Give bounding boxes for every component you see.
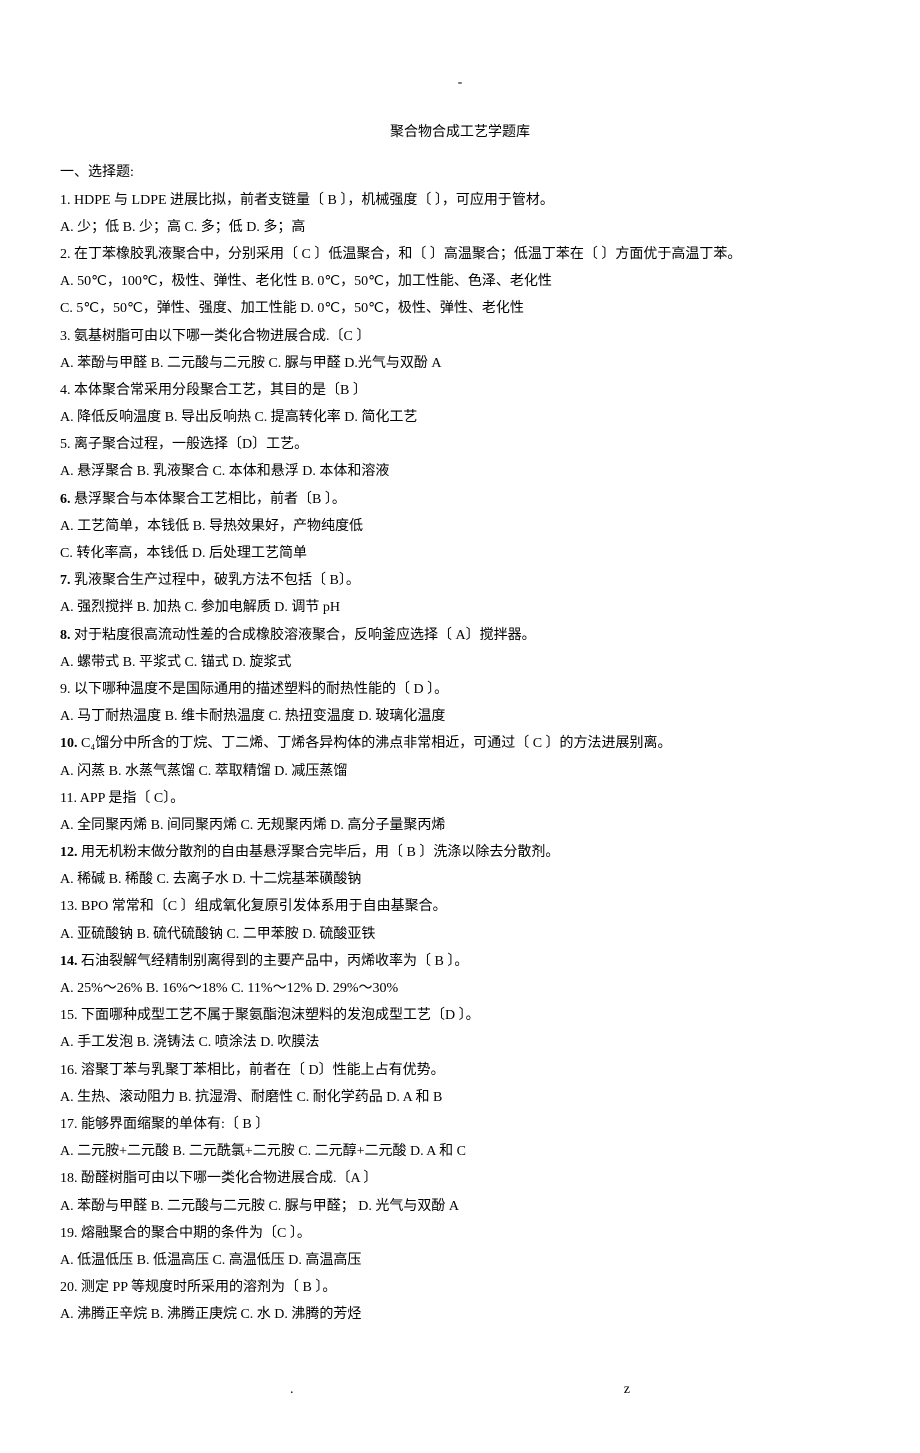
footer-right: z (624, 1377, 630, 1402)
question-18: 18. 酚醛树脂可由以下哪一类化合物进展合成.〔A 〕 (60, 1166, 860, 1191)
choices-14: A. 25%～26% B. 16%～18% C. 11%～12% D. 29%～… (60, 976, 860, 1001)
question-20: 20. 测定 PP 等规度时所采用的溶剂为〔 B 〕。 (60, 1275, 860, 1300)
choices-19: A. 低温低压 B. 低温高压 C. 高温低压 D. 高温高压 (60, 1248, 860, 1273)
choices-17: A. 二元胺+二元酸 B. 二元酰氯+二元胺 C. 二元醇+二元酸 D. A 和… (60, 1139, 860, 1164)
choices-12: A. 稀碱 B. 稀酸 C. 去离子水 D. 十二烷基苯磺酸钠 (60, 867, 860, 892)
question-16: 16. 溶聚丁苯与乳聚丁苯相比，前者在〔 D〕性能上占有优势。 (60, 1058, 860, 1083)
top-dash: - (60, 70, 860, 95)
questions-container: 1. HDPE 与 LDPE 进展比拟，前者支链量〔 B 〕，机械强度〔 〕，可… (60, 188, 860, 1328)
question-17: 17. 能够界面缩聚的单体有:〔 B 〕 (60, 1112, 860, 1137)
choices-13: A. 亚硫酸钠 B. 硫代硫酸钠 C. 二甲苯胺 D. 硫酸亚铁 (60, 922, 860, 947)
footer: . z (60, 1377, 860, 1402)
choices-6: A. 工艺简单，本钱低 B. 导热效果好，产物纯度低 (60, 514, 860, 539)
choices-16: A. 生热、滚动阻力 B. 抗湿滑、耐磨性 C. 耐化学药品 D. A 和 B (60, 1085, 860, 1110)
choices-6: C. 转化率高，本钱低 D. 后处理工艺简单 (60, 541, 860, 566)
page-title: 聚合物合成工艺学题库 (60, 120, 860, 145)
question-9: 9. 以下哪种温度不是国际通用的描述塑料的耐热性能的〔 D 〕。 (60, 677, 860, 702)
question-5: 5. 离子聚合过程，一般选择〔D〕工艺。 (60, 432, 860, 457)
question-8: 8. 对于粘度很高流动性差的合成橡胶溶液聚合，反响釜应选择〔 A〕搅拌器。 (60, 623, 860, 648)
choices-2: C. 5℃，50℃，弹性、强度、加工性能 D. 0℃，50℃，极性、弹性、老化性 (60, 296, 860, 321)
question-15: 15. 下面哪种成型工艺不属于聚氨酯泡沫塑料的发泡成型工艺〔D 〕。 (60, 1003, 860, 1028)
choices-2: A. 50℃，100℃，极性、弹性、老化性 B. 0℃，50℃，加工性能、色泽、… (60, 269, 860, 294)
question-1: 1. HDPE 与 LDPE 进展比拟，前者支链量〔 B 〕，机械强度〔 〕，可… (60, 188, 860, 213)
choices-8: A. 螺带式 B. 平浆式 C. 锚式 D. 旋浆式 (60, 650, 860, 675)
choices-10: A. 闪蒸 B. 水蒸气蒸馏 C. 萃取精馏 D. 减压蒸馏 (60, 759, 860, 784)
choices-9: A. 马丁耐热温度 B. 维卡耐热温度 C. 热扭变温度 D. 玻璃化温度 (60, 704, 860, 729)
choices-7: A. 强烈搅拌 B. 加热 C. 参加电解质 D. 调节 pH (60, 595, 860, 620)
question-13: 13. BPO 常常和〔C 〕组成氧化复原引发体系用于自由基聚合。 (60, 894, 860, 919)
choices-11: A. 全同聚丙烯 B. 间同聚丙烯 C. 无规聚丙烯 D. 高分子量聚丙烯 (60, 813, 860, 838)
choices-1: A. 少；低 B. 少；高 C. 多；低 D. 多；高 (60, 215, 860, 240)
section-header: 一、选择题: (60, 160, 860, 185)
choices-5: A. 悬浮聚合 B. 乳液聚合 C. 本体和悬浮 D. 本体和溶液 (60, 459, 860, 484)
question-2: 2. 在丁苯橡胶乳液聚合中，分别采用〔 C 〕低温聚合，和〔 〕高温聚合；低温丁… (60, 242, 860, 267)
choices-3: A. 苯酚与甲醛 B. 二元酸与二元胺 C. 脲与甲醛 D.光气与双酚 A (60, 351, 860, 376)
choices-20: A. 沸腾正辛烷 B. 沸腾正庚烷 C. 水 D. 沸腾的芳烃 (60, 1302, 860, 1327)
question-6: 6. 悬浮聚合与本体聚合工艺相比，前者〔B 〕。 (60, 487, 860, 512)
question-4: 4. 本体聚合常采用分段聚合工艺，其目的是〔B 〕 (60, 378, 860, 403)
choices-4: A. 降低反响温度 B. 导出反响热 C. 提高转化率 D. 简化工艺 (60, 405, 860, 430)
question-3: 3. 氨基树脂可由以下哪一类化合物进展合成.〔C 〕 (60, 324, 860, 349)
choices-18: A. 苯酚与甲醛 B. 二元酸与二元胺 C. 脲与甲醛； D. 光气与双酚 A (60, 1194, 860, 1219)
choices-15: A. 手工发泡 B. 浇铸法 C. 喷涂法 D. 吹膜法 (60, 1030, 860, 1055)
question-19: 19. 熔融聚合的聚合中期的条件为〔C 〕。 (60, 1221, 860, 1246)
question-7: 7. 乳液聚合生产过程中，破乳方法不包括〔 B〕。 (60, 568, 860, 593)
question-10: 10. C₄馏分中所含的丁烷、丁二烯、丁烯各异构体的沸点非常相近，可通过〔 C … (60, 731, 860, 756)
footer-left: . (290, 1377, 294, 1402)
question-11: 11. APP 是指〔 C〕。 (60, 786, 860, 811)
question-12: 12. 用无机粉末做分散剂的自由基悬浮聚合完毕后，用〔 B 〕洗涤以除去分散剂。 (60, 840, 860, 865)
question-14: 14. 石油裂解气经精制别离得到的主要产品中，丙烯收率为〔 B 〕。 (60, 949, 860, 974)
